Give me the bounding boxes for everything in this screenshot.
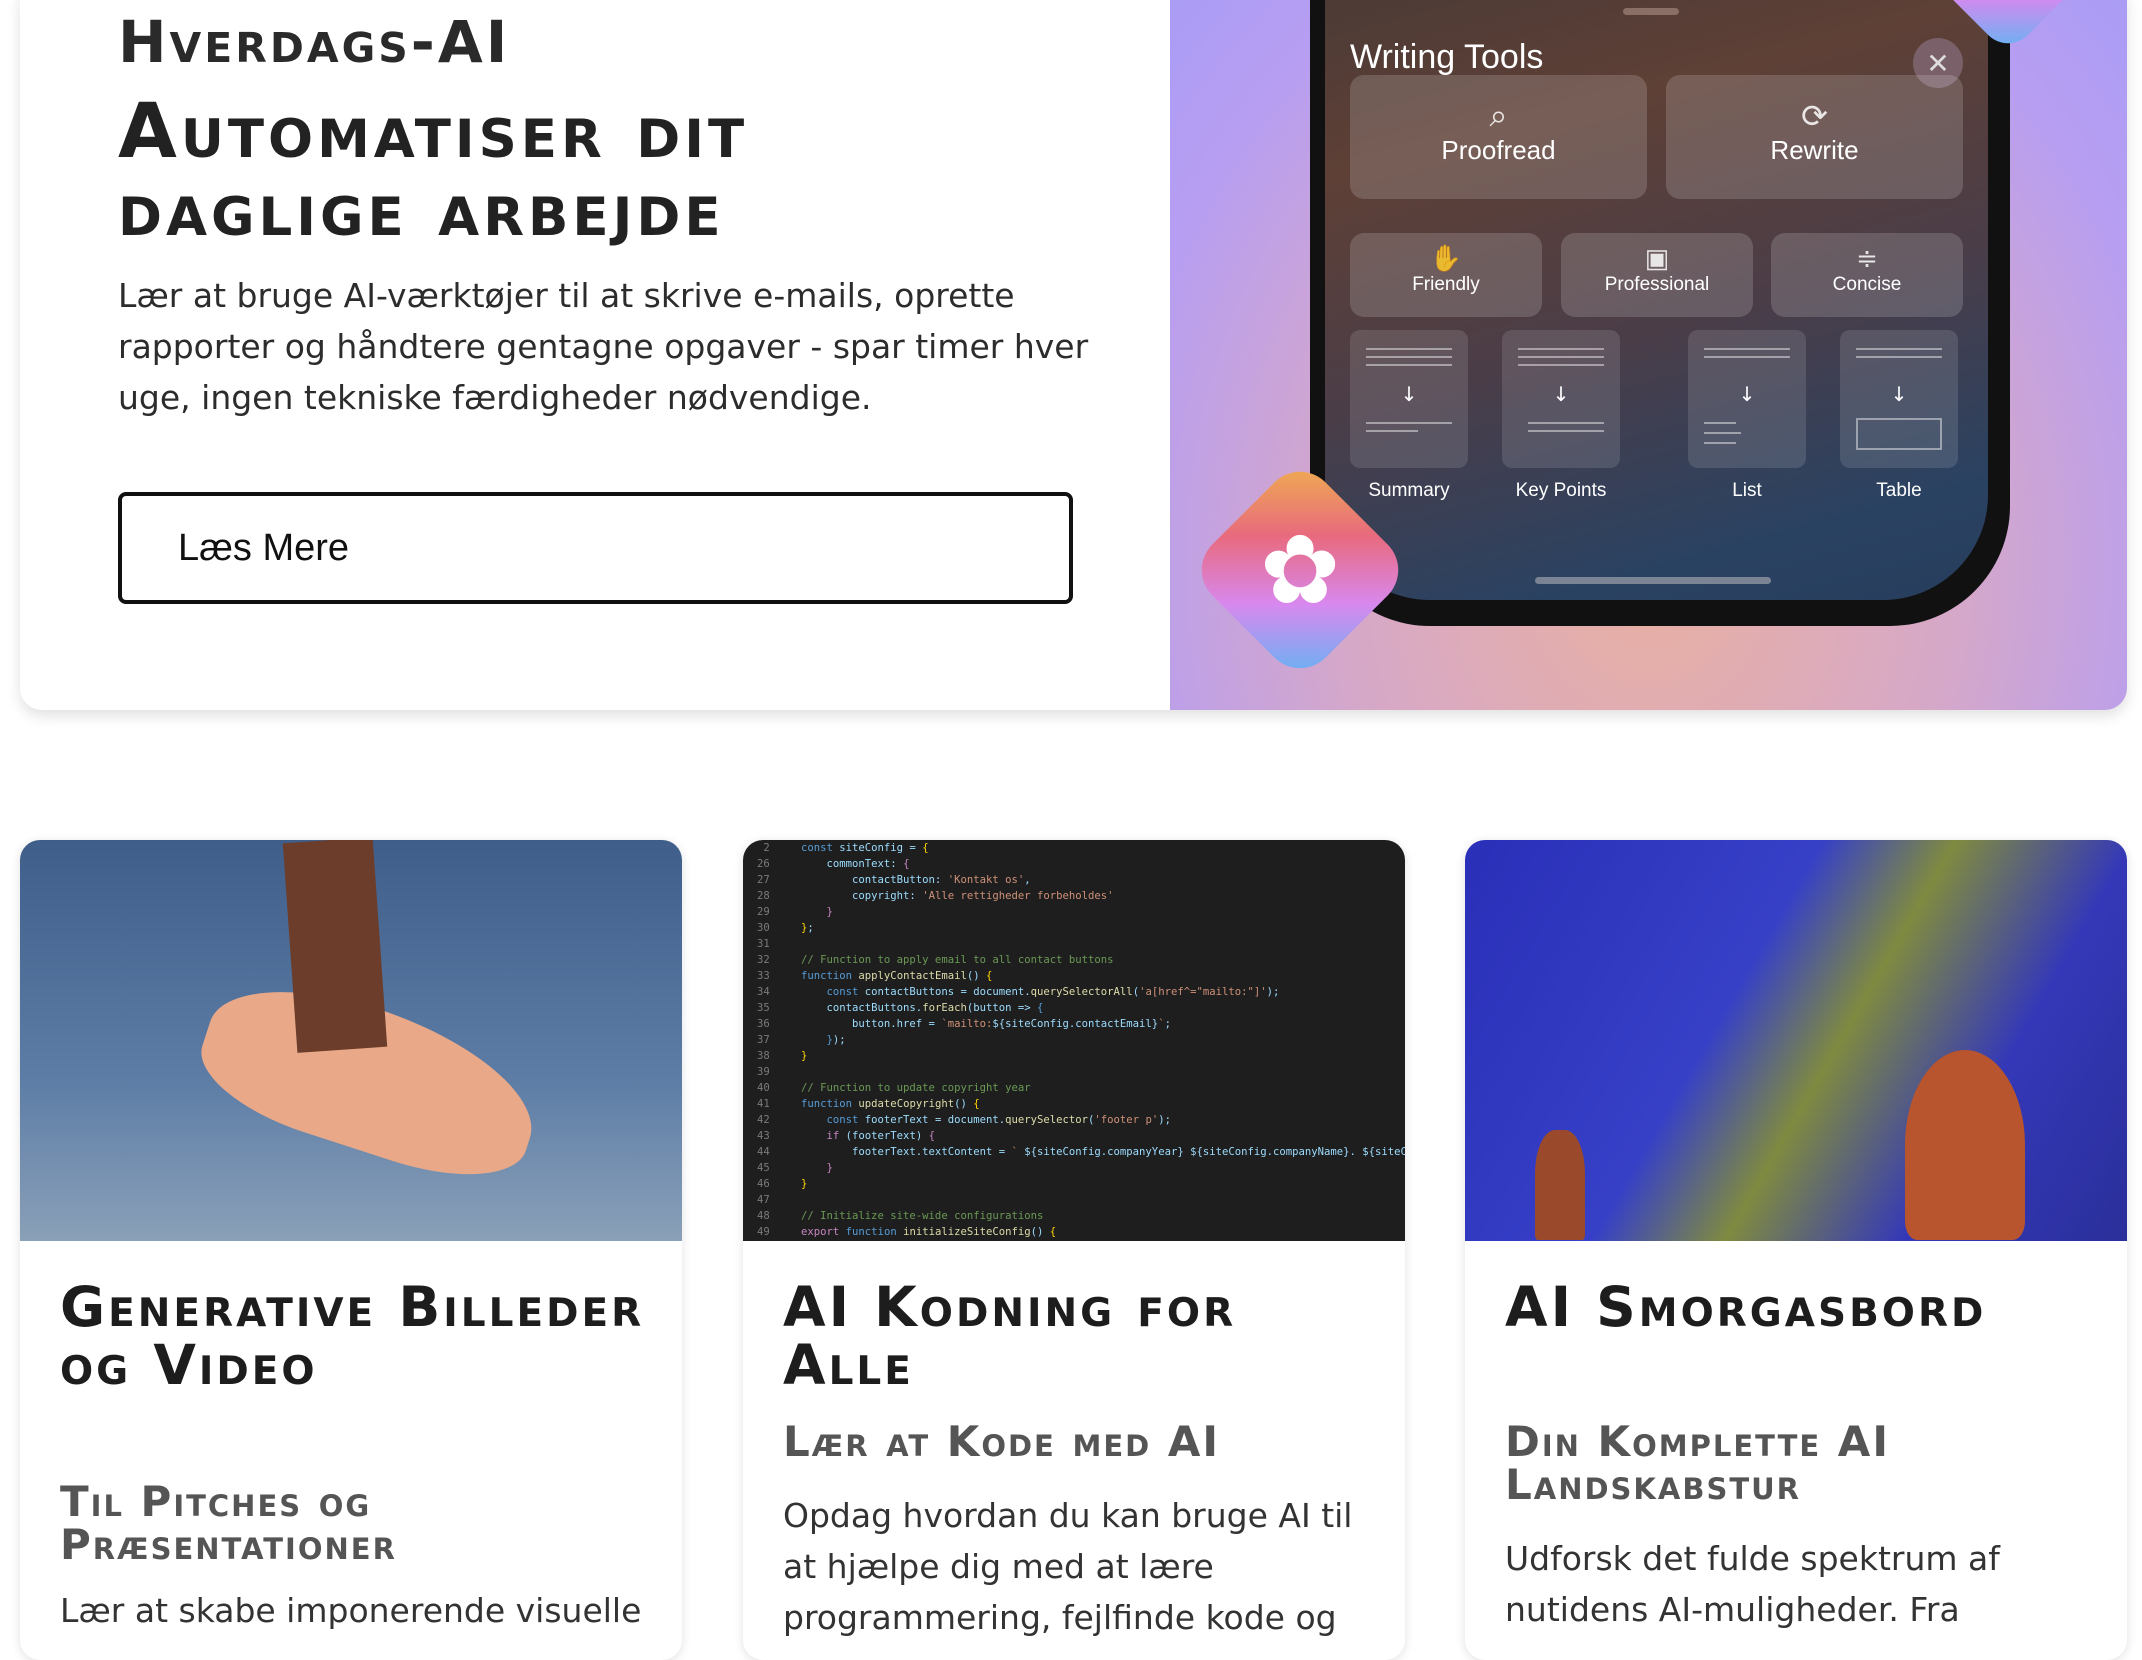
summary-doc-icon: ↓ [1350, 330, 1468, 468]
home-indicator [1535, 577, 1771, 584]
rewrite-tile: ⟳ Rewrite [1666, 75, 1963, 199]
briefcase-icon: ▣ [1644, 243, 1670, 273]
tile-label: Rewrite [1770, 135, 1859, 165]
proofread-tile: ⌕ Proofread [1350, 75, 1647, 199]
writing-tools-panel: Writing Tools ✕ ⌕ Proofread ⟳ Rewrite ✋ Fri… [1325, 0, 1988, 600]
hero-title-line: Automatiser dit [118, 86, 749, 175]
sneaker-image [20, 840, 682, 1241]
hero-title: Automatiser dit daglige arbejde [118, 92, 748, 248]
compress-icon: ≑ [1856, 243, 1878, 273]
hero-lead: Lær at bruge AI-værktøjer til at skrive … [118, 276, 1089, 417]
format-label: Summary [1368, 480, 1450, 501]
concise-tile: ≑ Concise [1771, 233, 1963, 317]
phone-mockup: Writing Tools ✕ ⌕ Proofread ⟳ Rewrite ✋ Fri… [1310, 0, 2010, 626]
format-label: Table [1876, 480, 1922, 501]
card-body: Opdag hvordan du kan bruge AI til at hjæ… [783, 1496, 1353, 1637]
card-title: Generative Billeder og Video [60, 1275, 645, 1397]
tile-label: Professional [1604, 274, 1710, 295]
panel-title: Writing Tools [1350, 38, 1544, 76]
card-subtitle: Til Pitches og Præsentationer [60, 1477, 397, 1569]
card-subtitle: Lær at Kode med AI [783, 1417, 1220, 1466]
tile-label: Friendly [1412, 274, 1480, 295]
hero-title-line: daglige arbejde [118, 164, 725, 253]
course-card[interactable]: 2 const siteConfig = { 26 commonText: { 2… [743, 840, 1405, 1660]
format-label: List [1732, 480, 1762, 501]
card-subtitle: Din Komplette AI Landskabstur [1505, 1417, 1890, 1509]
card-title: AI Smorgasbord [1505, 1275, 1987, 1339]
hero-image: Writing Tools ✕ ⌕ Proofread ⟳ Rewrite ✋ Fri… [1170, 0, 2127, 710]
friendly-tile: ✋ Friendly [1350, 233, 1542, 317]
hero-eyebrow: Hverdags-AI [118, 8, 511, 76]
rewrite-icon: ⟳ [1801, 98, 1828, 134]
hero-card: Hverdags-AI Automatiser dit daglige arbe… [20, 0, 2127, 710]
course-card[interactable]: Generative Billeder og Video Til Pitches… [20, 840, 682, 1660]
magnifier-icon: ⌕ [1489, 97, 1508, 133]
tile-label: Proofread [1441, 135, 1556, 165]
card-body: Udforsk det fulde spektrum af nutidens A… [1505, 1539, 2000, 1629]
code-screenshot-image: 2 const siteConfig = { 26 commonText: { 2… [743, 840, 1405, 1241]
course-card[interactable]: AI Smorgasbord Din Komplette AI Landskab… [1465, 840, 2127, 1660]
card-body: Lær at skabe imponerende visuelle [60, 1591, 642, 1630]
table-doc-icon: ↓ [1840, 330, 1958, 468]
hand-wave-icon: ✋ [1429, 243, 1463, 273]
tile-label: Concise [1832, 274, 1902, 295]
hero-text: Hverdags-AI Automatiser dit daglige arbe… [20, 0, 1170, 710]
grab-handle [1623, 8, 1679, 15]
card-title: AI Kodning for Alle [783, 1275, 1237, 1397]
list-doc-icon: ↓ [1688, 330, 1806, 468]
key-points-doc-icon: ↓ [1502, 330, 1620, 468]
format-label: Key Points [1515, 480, 1607, 501]
astronaut-scene-image [1465, 840, 2127, 1241]
read-more-button[interactable]: Læs Mere [118, 492, 1073, 604]
professional-tile: ▣ Professional [1561, 233, 1753, 317]
